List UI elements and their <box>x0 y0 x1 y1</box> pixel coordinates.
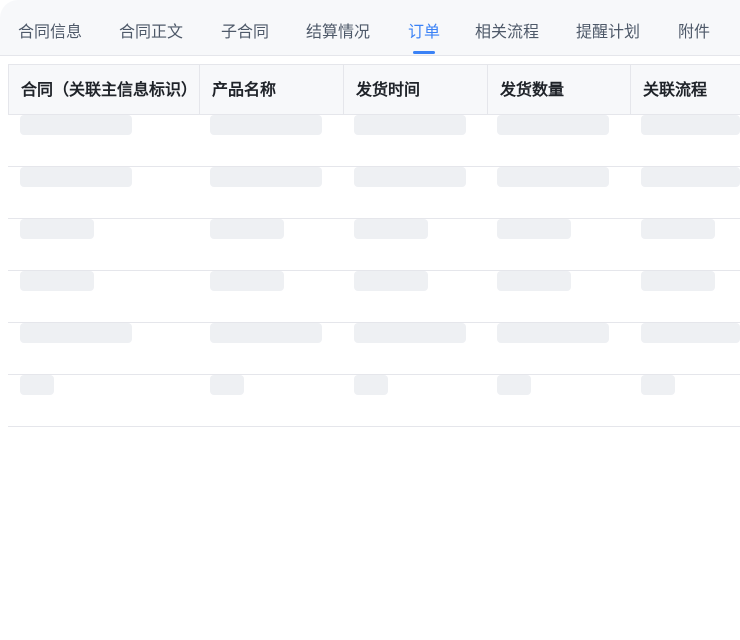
tab-contract-info[interactable]: 合同信息 <box>18 20 82 44</box>
skeleton-cell <box>641 115 740 135</box>
skeleton-cell <box>20 271 94 291</box>
skeleton-cell <box>354 115 466 135</box>
skeleton-cell <box>497 219 571 239</box>
tab-related-process[interactable]: 相关流程 <box>475 20 539 44</box>
skeleton-cell <box>641 219 715 239</box>
tab-attachments[interactable]: 附件 <box>678 20 710 44</box>
table-row <box>8 375 740 427</box>
skeleton-cell <box>20 323 132 343</box>
skeleton-cell <box>641 375 675 395</box>
skeleton-cell <box>210 167 322 187</box>
skeleton-cell <box>20 375 54 395</box>
tab-bar: 合同信息 合同正文 子合同 结算情况 订单 相关流程 提醒计划 附件 <box>0 0 740 56</box>
skeleton-cell <box>210 323 322 343</box>
column-header-product-name: 产品名称 <box>199 65 343 115</box>
table-row <box>8 167 740 219</box>
tab-reminder-plan[interactable]: 提醒计划 <box>576 20 640 44</box>
skeleton-cell <box>497 375 531 395</box>
tab-orders[interactable]: 订单 <box>408 20 440 44</box>
skeleton-cell <box>497 167 609 187</box>
skeleton-cell <box>20 115 132 135</box>
table-header: 合同（关联主信息标识） 产品名称 发货时间 发货数量 关联流程 <box>8 64 740 115</box>
skeleton-cell <box>354 219 428 239</box>
skeleton-cell <box>497 115 609 135</box>
tab-settlement[interactable]: 结算情况 <box>306 20 370 44</box>
skeleton-cell <box>210 219 284 239</box>
table-row <box>8 271 740 323</box>
skeleton-cell <box>210 375 244 395</box>
skeleton-cell <box>20 167 132 187</box>
skeleton-cell <box>497 323 609 343</box>
active-tab-indicator <box>413 51 435 54</box>
table-row <box>8 323 740 375</box>
skeleton-cell <box>497 271 571 291</box>
skeleton-cell <box>210 115 322 135</box>
tab-sub-contract[interactable]: 子合同 <box>221 20 269 44</box>
orders-table: 合同（关联主信息标识） 产品名称 发货时间 发货数量 关联流程 <box>8 64 740 427</box>
skeleton-cell <box>354 375 388 395</box>
skeleton-cell <box>20 219 94 239</box>
column-header-ship-quantity: 发货数量 <box>487 65 630 115</box>
column-header-ship-time: 发货时间 <box>343 65 487 115</box>
skeleton-cell <box>354 323 466 343</box>
skeleton-cell <box>641 167 740 187</box>
skeleton-cell <box>354 167 466 187</box>
tab-contract-body[interactable]: 合同正文 <box>119 20 183 44</box>
column-header-contract: 合同（关联主信息标识） <box>21 80 198 99</box>
skeleton-cell <box>641 323 740 343</box>
skeleton-cell <box>210 271 284 291</box>
skeleton-cell <box>354 271 428 291</box>
skeleton-cell <box>641 271 715 291</box>
column-header-related-process: 关联流程 <box>630 65 740 115</box>
table-row <box>8 115 740 167</box>
table-row <box>8 219 740 271</box>
